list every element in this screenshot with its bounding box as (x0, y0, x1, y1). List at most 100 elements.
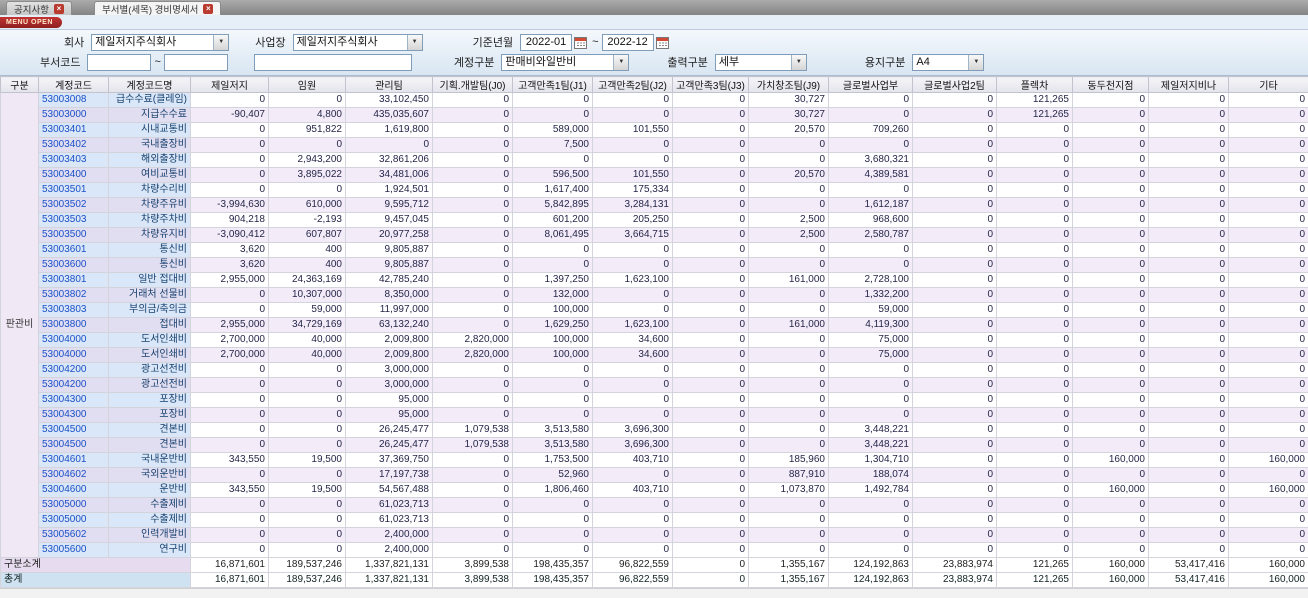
amount-cell[interactable]: 0 (268, 137, 346, 153)
amount-cell[interactable]: 3,448,221 (828, 422, 913, 438)
amount-cell[interactable]: -3,994,630 (190, 197, 269, 213)
amount-cell[interactable]: 0 (190, 137, 269, 153)
amount-cell[interactable]: 4,389,581 (828, 167, 913, 183)
amount-cell[interactable]: 0 (996, 272, 1073, 288)
amount-cell[interactable]: 0 (1148, 122, 1229, 138)
amount-cell[interactable]: 0 (748, 257, 829, 273)
amount-cell[interactable]: 0 (1228, 272, 1308, 288)
table-row[interactable]: 53005602 인력개발비 0 0 2,400,000 0 0 0 0 0 0 0 0 0 0 0 (1, 527, 1308, 543)
amount-cell[interactable]: 63,132,240 (345, 317, 433, 333)
amount-cell[interactable]: 121,265 (996, 107, 1073, 123)
amount-cell[interactable]: 0 (828, 92, 913, 108)
amount-cell[interactable]: 0 (190, 527, 269, 543)
account-code-cell[interactable]: 53003403 (38, 152, 109, 168)
amount-cell[interactable]: 0 (996, 182, 1073, 198)
amount-cell[interactable]: 0 (1148, 167, 1229, 183)
amount-cell[interactable]: 0 (1072, 182, 1149, 198)
amount-cell[interactable]: 0 (828, 137, 913, 153)
account-name-cell[interactable]: 운반비 (108, 482, 191, 498)
amount-cell[interactable]: 0 (912, 167, 997, 183)
column-header[interactable]: 임원 (268, 76, 346, 93)
amount-cell[interactable]: 0 (1072, 512, 1149, 528)
table-row[interactable]: 53004601 국내운반비 343,550 19,500 37,369,750 0 1,7… (1, 452, 1308, 468)
amount-cell[interactable]: 0 (1228, 182, 1308, 198)
column-header[interactable]: 제일저지비나 (1148, 76, 1229, 93)
amount-cell[interactable]: 3,448,221 (828, 437, 913, 453)
amount-cell[interactable]: 0 (1228, 542, 1308, 558)
account-name-cell[interactable]: 국내출장비 (108, 137, 191, 153)
account-code-cell[interactable]: 53004000 (38, 347, 109, 363)
amount-cell[interactable]: 19,500 (268, 452, 346, 468)
amount-cell[interactable]: 2,580,787 (828, 227, 913, 243)
amount-cell[interactable]: 0 (512, 392, 593, 408)
amount-cell[interactable]: 0 (1148, 257, 1229, 273)
amount-cell[interactable]: 0 (592, 257, 673, 273)
amount-cell[interactable]: 30,727 (748, 92, 829, 108)
amount-cell[interactable]: 0 (592, 377, 673, 393)
column-header[interactable]: 계정코드 (38, 76, 109, 93)
period-from-input[interactable] (520, 33, 573, 51)
amount-cell[interactable]: 3,513,580 (512, 422, 593, 438)
table-row[interactable]: 53003800 접대비 2,955,000 34,729,169 63,132,240… (1, 317, 1308, 333)
account-code-cell[interactable]: 53004500 (38, 437, 109, 453)
amount-cell[interactable]: 968,600 (828, 212, 913, 228)
amount-cell[interactable]: 17,197,738 (345, 467, 433, 483)
amount-cell[interactable]: 30,727 (748, 107, 829, 123)
amount-cell[interactable]: 0 (672, 167, 749, 183)
amount-cell[interactable]: 0 (512, 512, 593, 528)
amount-cell[interactable]: 0 (1072, 407, 1149, 423)
amount-cell[interactable]: 0 (996, 542, 1073, 558)
account-code-cell[interactable]: 53005602 (38, 527, 109, 543)
amount-cell[interactable]: 0 (996, 227, 1073, 243)
amount-cell[interactable]: 0 (190, 497, 269, 513)
account-name-cell[interactable]: 통신비 (108, 242, 191, 258)
account-name-cell[interactable]: 도서인쇄비 (108, 347, 191, 363)
amount-cell[interactable]: 0 (912, 137, 997, 153)
amount-cell[interactable]: 0 (1148, 152, 1229, 168)
amount-cell[interactable]: 0 (748, 362, 829, 378)
amount-cell[interactable]: 0 (190, 152, 269, 168)
table-row[interactable]: 판관비 53003008 급수수료(클레임) 0 0 33,102,450 0 0 0 0 30,7… (0, 92, 1308, 558)
amount-cell[interactable]: 0 (512, 527, 593, 543)
amount-cell[interactable]: 0 (1148, 437, 1229, 453)
amount-cell[interactable]: 0 (828, 182, 913, 198)
amount-cell[interactable]: 0 (432, 317, 513, 333)
amount-cell[interactable]: 0 (1072, 497, 1149, 513)
account-name-cell[interactable]: 견본비 (108, 437, 191, 453)
amount-cell[interactable]: 2,955,000 (190, 272, 269, 288)
column-header[interactable]: 가치창조팀(J9) (748, 76, 829, 93)
amount-cell[interactable]: 8,061,495 (512, 227, 593, 243)
account-code-cell[interactable]: 53003400 (38, 167, 109, 183)
amount-cell[interactable]: 0 (996, 362, 1073, 378)
amount-cell[interactable]: 0 (1148, 377, 1229, 393)
amount-cell[interactable]: 0 (1072, 137, 1149, 153)
chevron-down-icon[interactable]: ▼ (790, 54, 806, 70)
account-name-cell[interactable]: 접대비 (108, 317, 191, 333)
amount-cell[interactable]: 121,265 (996, 92, 1073, 108)
amount-cell[interactable]: 0 (672, 122, 749, 138)
amount-cell[interactable]: 0 (672, 332, 749, 348)
amount-cell[interactable]: 0 (432, 287, 513, 303)
amount-cell[interactable]: 0 (1072, 422, 1149, 438)
amount-cell[interactable]: 0 (996, 152, 1073, 168)
amount-cell[interactable]: 20,977,258 (345, 227, 433, 243)
table-row[interactable]: 53005000 수출제비 0 0 61,023,713 0 0 0 0 0 0 0 0 0 0 0 (1, 497, 1308, 513)
amount-cell[interactable]: 0 (1228, 347, 1308, 363)
account-name-cell[interactable]: 포장비 (108, 407, 191, 423)
amount-cell[interactable]: 0 (1228, 422, 1308, 438)
horizontal-scrollbar[interactable] (0, 588, 1308, 598)
amount-cell[interactable]: 0 (1148, 137, 1229, 153)
account-code-cell[interactable]: 53004500 (38, 422, 109, 438)
amount-cell[interactable]: 0 (1148, 362, 1229, 378)
account-name-cell[interactable]: 차량주유비 (108, 197, 191, 213)
amount-cell[interactable]: 0 (1148, 392, 1229, 408)
amount-cell[interactable]: 0 (1228, 167, 1308, 183)
account-name-cell[interactable]: 거래처 선물비 (108, 287, 191, 303)
amount-cell[interactable]: 0 (912, 287, 997, 303)
amount-cell[interactable]: 188,074 (828, 467, 913, 483)
table-row[interactable]: 53003501 차량수리비 0 0 1,924,501 0 1,617,400 175,33… (1, 182, 1308, 198)
account-code-cell[interactable]: 53004300 (38, 407, 109, 423)
table-row[interactable]: 53003400 여비교통비 0 3,895,022 34,481,006 0 596,50… (1, 167, 1308, 183)
amount-cell[interactable]: 0 (748, 347, 829, 363)
column-header[interactable]: 글로벌사업2팀 (912, 76, 997, 93)
